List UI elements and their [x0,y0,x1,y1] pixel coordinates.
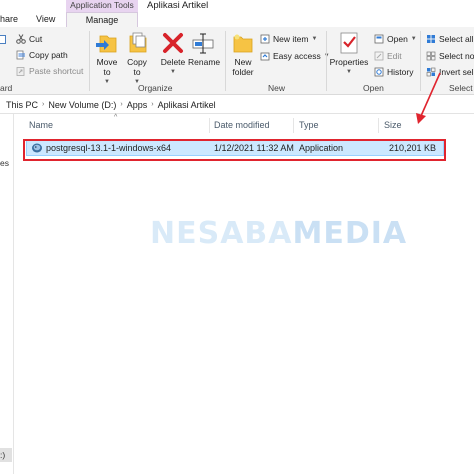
move-to-label: Move to [96,57,118,77]
ribbon-separator [225,31,226,91]
nav-item-partial[interactable]: es [0,158,9,168]
tab-share[interactable]: hare [0,14,18,24]
column-header-type[interactable]: Type [299,120,319,130]
application-file-icon [31,142,43,156]
watermark-part2: MEDIA [292,216,408,251]
move-to-chevron-down-icon: ▼ [104,79,110,85]
breadcrumb-chevron-icon[interactable]: › [42,101,44,108]
new-folder-label-line2: folder [232,67,254,77]
breadcrumb-this-pc[interactable]: This PC [6,100,38,110]
annotation-arrow-icon [416,72,441,124]
rename-icon [190,31,216,55]
file-list[interactable]: ^ Name Date modified Type Size postgresq… [16,114,474,474]
breadcrumb-chevron-icon[interactable]: › [120,101,122,108]
properties-label: Properties [329,57,369,67]
breadcrumb-chevron-icon[interactable]: › [151,101,153,108]
group-label-new: New [268,83,286,93]
select-none-button[interactable]: Select no [426,49,474,62]
breadcrumb-new-volume[interactable]: New Volume (D:) [48,100,116,110]
edit-label: Edit [387,50,402,61]
select-none-icon [426,51,436,61]
new-folder-icon [230,31,256,55]
navigation-pane[interactable]: es :) [0,114,14,474]
move-to-icon [94,31,120,55]
table-row[interactable]: postgresql-13.1-1-windows-x64 1/12/2021 … [26,139,444,156]
paste-shortcut-label: Paste shortcut [29,65,84,76]
new-item-button[interactable]: New item ▼ [260,32,317,45]
properties-chevron-down-icon: ▼ [346,69,352,75]
file-date-modified: 1/12/2021 11:32 AM [214,143,294,153]
sort-up-icon: ^ [114,114,118,121]
column-header-size[interactable]: Size [384,120,402,130]
context-tab-header: Application Tools [66,0,138,12]
delete-x-icon [160,31,186,55]
open-label: Open [387,33,408,44]
paste-shortcut-icon [16,66,26,76]
column-header-name[interactable]: Name [29,120,53,130]
delete-chevron-down-icon: ▼ [170,69,176,75]
cut-button[interactable]: Cut [16,32,42,45]
open-icon [374,34,384,44]
file-size: 210,201 KB [389,143,437,153]
move-to-button[interactable]: Move to ▼ [94,31,120,87]
rename-label: Rename [188,57,221,67]
column-divider[interactable] [378,118,379,133]
easy-access-icon [260,51,270,61]
copy-to-button[interactable]: Copy to ▼ [124,31,150,87]
group-label-open: Open [363,83,384,93]
column-divider[interactable] [293,118,294,133]
easy-access-label: Easy access [273,50,321,61]
file-type: Application [299,143,344,153]
watermark-logo: NESABAMEDIA [150,216,407,251]
select-none-label: Select no [439,50,474,61]
open-button[interactable]: Open ▼ [374,32,417,45]
copy-path-button[interactable]: Copy path [16,48,68,61]
window-title: Aplikasi Artikel [147,0,209,11]
edit-button[interactable]: Edit [374,49,402,62]
nav-item-selected[interactable]: :) [0,448,12,462]
new-folder-button[interactable]: New folder [229,31,257,77]
pin-icon[interactable] [0,33,8,46]
delete-button[interactable]: Delete ▼ [159,31,187,77]
group-label-organize: Organize [138,83,173,93]
properties-button[interactable]: Properties ▼ [329,31,369,77]
breadcrumb-aplikasi-artikel[interactable]: Aplikasi Artikel [158,100,216,110]
new-item-chevron-down-icon: ▼ [311,35,318,42]
open-chevron-down-icon: ▼ [410,35,417,42]
properties-icon [336,31,362,55]
watermark-part1: NESABA [150,216,293,251]
copy-path-label: Copy path [29,49,68,60]
ribbon-separator [89,31,90,91]
delete-label: Delete [160,57,186,67]
select-all-icon [426,34,436,44]
file-name[interactable]: postgresql-13.1-1-windows-x64 [46,143,171,153]
edit-icon [374,51,384,61]
copy-path-icon [16,50,26,60]
tab-manage[interactable]: Manage [66,12,138,27]
cut-label: Cut [29,33,43,44]
ribbon-tab-strip: hare View Application Tools Manage Aplik… [0,0,474,27]
column-header-date-modified[interactable]: Date modified [214,120,270,130]
copy-to-icon [124,31,150,55]
rename-button[interactable]: Rename [188,31,221,67]
column-divider[interactable] [209,118,210,133]
select-all-label: Select all [439,33,474,44]
tab-view[interactable]: View [36,14,55,24]
new-folder-label-line1: New [234,57,252,67]
breadcrumb-apps[interactable]: Apps [127,100,148,110]
paste-shortcut-button[interactable]: Paste shortcut [16,64,83,77]
select-all-button[interactable]: Select all [426,32,474,45]
copy-to-label: Copy to [127,57,147,77]
new-item-label: New item [273,33,309,44]
history-icon [374,67,384,77]
group-label-clipboard: ard [0,83,13,93]
ribbon-separator [326,31,327,91]
easy-access-button[interactable]: Easy access ▼ [260,49,330,62]
scissors-icon [16,33,26,44]
new-item-icon [260,34,270,44]
